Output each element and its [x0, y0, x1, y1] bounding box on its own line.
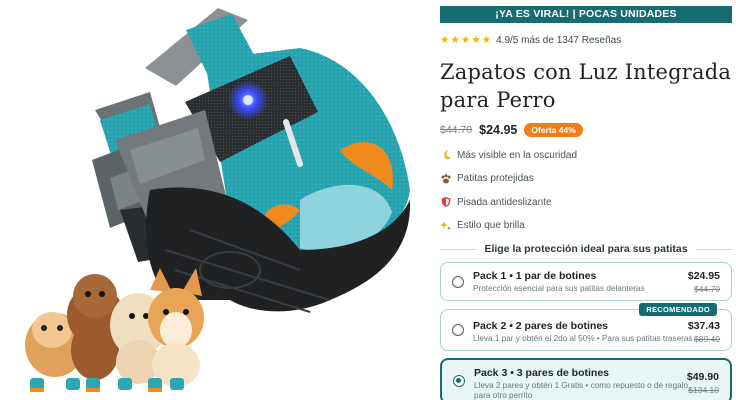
bundles-title: Elige la protección ideal para sus patit…: [484, 243, 688, 255]
bundle-desc: Lleva 1 par y obtén el 2do al 50% • Para…: [473, 334, 693, 343]
bundle-desc: Protección esencial para sus patitas del…: [473, 284, 645, 293]
shield-icon: [441, 197, 451, 207]
paw-icon: [441, 173, 451, 183]
feature-item: Estilo que brilla: [440, 219, 732, 233]
bundle-option-1[interactable]: Pack 1 • 1 par de botines Protección ese…: [440, 262, 732, 301]
bundle-option-2[interactable]: RECOMENDADO Pack 2 • 2 pares de botines …: [440, 303, 732, 351]
star-icon: ★: [450, 34, 460, 46]
feature-list: Más visible en la oscuridad Patitas prot…: [440, 148, 732, 233]
feature-label: Más visible en la oscuridad: [457, 149, 578, 161]
feature-item: Patitas protejidas: [440, 172, 732, 186]
feature-item: Más visible en la oscuridad: [440, 148, 732, 162]
bundles-heading: Elige la protección ideal para sus patit…: [440, 242, 733, 256]
bundle-old-price: $89.40: [694, 334, 720, 344]
price-row: $44.70 $24.95 Oferta 44%: [440, 122, 732, 138]
recommended-badge: RECOMENDADO: [639, 303, 717, 316]
stars: ★ ★ ★ ★ ★: [440, 34, 491, 46]
product-title: Zapatos con Luz Integrada para Perro: [440, 58, 732, 114]
bundle-price: $24.95: [687, 270, 720, 282]
bundle-price: $37.43: [687, 320, 720, 332]
bundle-name-rest: 1 par de botines: [515, 270, 597, 282]
star-icon: ★: [440, 34, 450, 46]
product-panel: ¡YA ES VIRAL! | POCAS UNIDADES ★ ★ ★ ★ ★…: [440, 6, 733, 400]
bundle-old-price: $44.70: [694, 284, 720, 294]
star-icon: ★: [471, 34, 481, 46]
dog-boots-illustration: [25, 8, 411, 392]
bundle-desc: Lleva 2 pares y obtén 1 Gratis • como re…: [474, 381, 689, 390]
product-title-line1: Zapatos con Luz Integrada: [440, 60, 732, 84]
rating-row[interactable]: ★ ★ ★ ★ ★ 4.9/5 más de 1347 Reseñas: [440, 33, 732, 47]
price-new: $24.95: [479, 123, 518, 137]
product-title-line2: para Perro: [440, 88, 556, 112]
bundle-name-prefix: Pack 1 •: [473, 270, 516, 282]
feature-label: Patitas protejidas: [457, 173, 534, 184]
bundle-old-price: $134.10: [688, 385, 719, 395]
product-image[interactable]: [0, 0, 430, 400]
feature-item: Pisada antideslizante: [440, 195, 732, 209]
feature-label: Estilo que brilla: [457, 220, 525, 231]
price-old: $44.70: [440, 124, 473, 136]
bundle-name: Pack 2 • 2 pares de botines: [473, 320, 608, 332]
star-icon: ★: [460, 34, 471, 46]
bundle-price: $49.90: [686, 371, 719, 383]
divider-line: [695, 248, 733, 250]
bundle-name: Pack 1 • 1 par de botines: [473, 270, 596, 282]
boot-front: [115, 8, 411, 313]
bundle-option-3[interactable]: Pack 3 • 3 pares de botines Lleva 2 pare…: [440, 358, 732, 400]
bundle-name-rest: 2 pares de botines: [515, 320, 608, 332]
bundle-name: Pack 3 • 3 pares de botines: [474, 367, 609, 379]
bundle-name-rest: 3 pares de botines: [516, 367, 609, 379]
rating-text: 4.9/5 más de 1347 Reseñas: [496, 34, 622, 46]
feature-label: Pisada antideslizante: [457, 196, 552, 208]
radio-button-selected[interactable]: [453, 375, 465, 387]
offer-badge: Oferta 44%: [524, 123, 583, 137]
radio-button[interactable]: [452, 275, 464, 288]
star-icon: ★: [481, 34, 492, 46]
bundle-name-prefix: Pack 3 •: [474, 367, 517, 379]
sparkles-icon: [440, 220, 452, 230]
promo-banner: ¡YA ES VIRAL! | POCAS UNIDADES: [440, 6, 732, 23]
bundle-name-prefix: Pack 2 •: [473, 320, 516, 332]
moon-icon: [444, 150, 451, 160]
radio-button[interactable]: [452, 324, 464, 336]
divider-line: [440, 248, 477, 250]
bundle-desc-line2: para otro perrito: [474, 391, 533, 400]
